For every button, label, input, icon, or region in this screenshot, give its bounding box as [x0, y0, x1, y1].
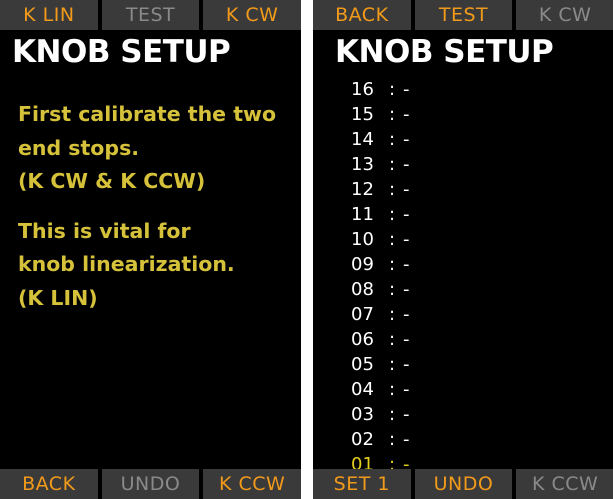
knob-setup-points-screen: BACK TEST K CW KNOB SETUP 16: -15: -14: -13… — [313, 0, 613, 499]
calibration-point-row: 15: - — [351, 102, 423, 127]
bottom-softkey-bar: SET 1 UNDO K CCW — [313, 469, 613, 499]
softkey-k-ccw[interactable]: K CCW — [516, 469, 613, 499]
calibration-point-row: 09: - — [351, 252, 423, 277]
point-number: 08 — [351, 279, 374, 300]
bottom-softkey-bar: BACK UNDO K CCW — [0, 469, 301, 499]
point-number: 11 — [351, 204, 374, 225]
point-number: 07 — [351, 304, 374, 325]
calibration-point-row: 06: - — [351, 327, 423, 352]
point-number: 16 — [351, 79, 374, 100]
point-value: - — [403, 229, 410, 250]
point-separator: : — [388, 129, 396, 150]
point-value: - — [403, 179, 410, 200]
point-number: 10 — [351, 229, 374, 250]
point-value: - — [403, 154, 410, 175]
page-title: KNOB SETUP — [335, 34, 554, 70]
point-value: - — [403, 429, 410, 450]
point-number: 02 — [351, 429, 374, 450]
instruction-line: This is vital for — [18, 218, 191, 243]
point-value: - — [403, 79, 410, 100]
point-separator: : — [388, 254, 396, 275]
point-separator: : — [388, 404, 396, 425]
point-number: 03 — [351, 404, 374, 425]
knob-setup-info-screen: K LIN TEST K CW KNOB SETUP First calibra… — [0, 0, 301, 499]
point-value: - — [403, 304, 410, 325]
top-softkey-bar: K LIN TEST K CW — [0, 0, 301, 30]
calibration-point-row: 10: - — [351, 227, 423, 252]
point-value: - — [403, 354, 410, 375]
calibration-points-list: 16: -15: -14: -13: -12: -11: -10: -09: -08: -07: -… — [351, 77, 423, 477]
softkey-test[interactable]: TEST — [101, 0, 200, 30]
instructions-paragraph-1: First calibrate the two end stops. (K CW… — [18, 98, 298, 199]
calibration-point-row: 13: - — [351, 152, 423, 177]
point-value: - — [403, 104, 410, 125]
point-number: 04 — [351, 379, 374, 400]
calibration-point-row: 16: - — [351, 77, 423, 102]
point-separator: : — [388, 154, 396, 175]
point-number: 09 — [351, 254, 374, 275]
instruction-line: (K LIN) — [18, 285, 98, 310]
point-separator: : — [388, 104, 396, 125]
point-number: 12 — [351, 179, 374, 200]
calibration-point-row: 12: - — [351, 177, 423, 202]
point-separator: : — [388, 379, 396, 400]
point-value: - — [403, 254, 410, 275]
point-separator: : — [388, 354, 396, 375]
page-title: KNOB SETUP — [12, 34, 231, 70]
calibration-point-row: 02: - — [351, 427, 423, 452]
point-separator: : — [388, 79, 396, 100]
calibration-point-row: 11: - — [351, 202, 423, 227]
calibration-instructions: First calibrate the two end stops. (K CW… — [18, 98, 298, 331]
point-value: - — [403, 279, 410, 300]
instruction-line: (K CW & K CCW) — [18, 169, 206, 193]
instruction-line: First calibrate the two — [18, 102, 277, 126]
point-number: 05 — [351, 354, 374, 375]
point-separator: : — [388, 204, 396, 225]
point-value: - — [403, 404, 410, 425]
point-number: 14 — [351, 129, 374, 150]
calibration-point-row: 05: - — [351, 352, 423, 377]
point-value: - — [403, 379, 410, 400]
point-number: 06 — [351, 329, 374, 350]
softkey-k-cw[interactable]: K CW — [203, 0, 301, 30]
softkey-k-ccw[interactable]: K CCW — [203, 469, 301, 499]
point-separator: : — [388, 279, 396, 300]
point-number: 15 — [351, 104, 374, 125]
point-separator: : — [388, 179, 396, 200]
softkey-k-lin[interactable]: K LIN — [0, 0, 98, 30]
softkey-k-cw[interactable]: K CW — [516, 0, 613, 30]
softkey-set-1[interactable]: SET 1 — [313, 469, 411, 499]
point-number: 13 — [351, 154, 374, 175]
point-separator: : — [388, 429, 396, 450]
instruction-line: end stops. — [18, 135, 140, 160]
point-separator: : — [388, 304, 396, 325]
point-separator: : — [388, 329, 396, 350]
top-softkey-bar: BACK TEST K CW — [313, 0, 613, 30]
softkey-back[interactable]: BACK — [0, 469, 98, 499]
instruction-line: knob linearization. — [18, 252, 235, 276]
calibration-point-row: 08: - — [351, 277, 423, 302]
point-separator: : — [388, 229, 396, 250]
softkey-undo[interactable]: UNDO — [101, 469, 200, 499]
calibration-point-row: 07: - — [351, 302, 423, 327]
point-value: - — [403, 329, 410, 350]
calibration-point-row: 03: - — [351, 402, 423, 427]
point-value: - — [403, 129, 410, 150]
softkey-back[interactable]: BACK — [313, 0, 411, 30]
softkey-undo[interactable]: UNDO — [414, 469, 513, 499]
instructions-paragraph-2: This is vital for knob linearization. (K… — [18, 215, 298, 316]
point-value: - — [403, 204, 410, 225]
calibration-point-row: 14: - — [351, 127, 423, 152]
softkey-test[interactable]: TEST — [414, 0, 513, 30]
calibration-point-row: 04: - — [351, 377, 423, 402]
